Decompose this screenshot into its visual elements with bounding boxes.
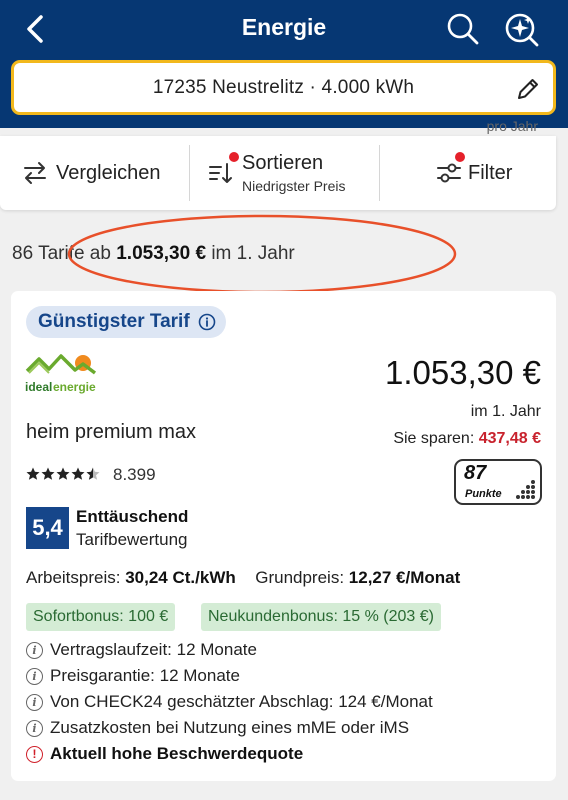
sort-icon: [209, 163, 232, 183]
star-icon: [26, 467, 40, 480]
cheapest-badge[interactable]: Günstigster Tarif: [26, 306, 226, 338]
info-text: Vertragslaufzeit: 12 Monate: [50, 640, 257, 659]
info-line[interactable]: i Vertragslaufzeit: 12 Monate: [26, 640, 257, 660]
results-toolbar: Vergleichen Sortieren Niedrigster Preis …: [0, 136, 556, 210]
score-caption: Tarifbewertung: [76, 530, 188, 549]
info-text: Preisgarantie: 12 Monate: [50, 666, 240, 685]
complaint-warning[interactable]: ! Aktuell hohe Beschwerdequote: [26, 744, 303, 764]
rating-count[interactable]: 8.399: [113, 465, 156, 485]
info-line[interactable]: i Preisgarantie: 12 Monate: [26, 666, 240, 686]
app-header: Energie 17235 Neustrelitz · 4.000 kWh: [0, 0, 568, 128]
info-text: Von CHECK24 geschätzter Abschlag: 124 €/…: [50, 692, 433, 711]
info-line[interactable]: i Zusatzkosten bei Nutzung eines mME ode…: [26, 718, 409, 738]
savings-amount: 437,48 €: [478, 430, 541, 447]
price-breakdown: Arbeitspreis: 30,24 Ct./kWh Grundpreis: …: [26, 568, 460, 588]
info-text: Zusatzkosten bei Nutzung eines mME oder …: [50, 718, 410, 737]
star-icon: [41, 467, 55, 480]
info-icon: i: [26, 667, 43, 685]
scrolled-period-text: pro Jahr: [486, 118, 538, 134]
arbeitspreis-value: 30,24 Ct./kWh: [125, 568, 236, 587]
punkte-label: Punkte: [465, 488, 502, 500]
divider: [379, 145, 380, 201]
warning-icon: !: [26, 745, 43, 763]
ai-search-button[interactable]: [502, 10, 542, 50]
search-query-text: 17235 Neustrelitz · 4.000 kWh: [152, 76, 415, 98]
star-icon: [56, 467, 70, 480]
arbeitspreis-label: Arbeitspreis:: [26, 568, 121, 587]
bonus-chip-sofort: Sofortbonus: 100 €: [26, 603, 176, 631]
sort-label: Sortieren: [242, 152, 324, 174]
sort-value: Niedrigster Preis: [242, 178, 346, 194]
grundpreis-label: Grundpreis:: [255, 568, 345, 587]
grundpreis-value: 12,27 €/Monat: [348, 568, 461, 587]
badge-label: Günstigster Tarif: [38, 311, 190, 332]
location-consumption-field[interactable]: 17235 Neustrelitz · 4.000 kWh: [11, 60, 556, 115]
savings-label: Sie sparen:: [393, 430, 475, 447]
pencil-icon[interactable]: [515, 76, 541, 102]
svg-text:energie: energie: [53, 380, 96, 394]
bonus-chip-neukunden: Neukundenbonus: 15 % (203 €): [201, 603, 441, 631]
price-period: im 1. Jahr: [470, 403, 541, 420]
page-title: Energie: [241, 14, 327, 40]
dots-pattern-icon: [516, 480, 535, 499]
filter-label: Filter: [468, 161, 513, 184]
compare-button[interactable]: Vergleichen: [22, 136, 172, 210]
tariff-score-badge: 5,4: [26, 507, 69, 549]
filter-button[interactable]: Filter: [436, 136, 536, 210]
warning-text: Aktuell hohe Beschwerdequote: [50, 744, 304, 763]
divider: [189, 145, 190, 201]
info-icon: i: [26, 719, 43, 737]
search-button[interactable]: [444, 10, 482, 48]
tariff-card[interactable]: Günstigster Tarif ideal energie heim pre…: [11, 291, 556, 781]
score-verdict: Enttäuschend: [76, 507, 189, 526]
rating-stars: [26, 467, 100, 481]
sort-active-dot: [229, 152, 239, 162]
info-icon: i: [26, 693, 43, 711]
provider-logo: ideal energie: [25, 351, 105, 397]
info-line[interactable]: i Von CHECK24 geschätzter Abschlag: 124 …: [26, 692, 433, 712]
star-icon: [71, 467, 85, 480]
savings: Sie sparen: 437,48 €: [393, 430, 541, 448]
punkte-badge[interactable]: 87 Punkte: [454, 459, 542, 505]
tariff-name: heim premium max: [26, 421, 197, 443]
swap-arrows-icon: [24, 162, 46, 184]
svg-text:ideal: ideal: [25, 380, 52, 394]
punkte-value: 87: [464, 462, 487, 484]
sort-button[interactable]: Sortieren Niedrigster Preis: [208, 136, 368, 210]
filter-sliders-icon: [437, 163, 461, 183]
filter-active-dot: [455, 152, 465, 162]
half-star-icon: [86, 467, 100, 480]
tariff-price: 1.053,30 €: [385, 354, 541, 391]
annotation-ellipse: [67, 214, 457, 294]
info-icon[interactable]: [198, 313, 216, 331]
info-icon: i: [26, 641, 43, 659]
search-icon: [447, 13, 479, 45]
compare-label: Vergleichen: [56, 161, 161, 184]
sparkle-search-icon: [505, 13, 539, 47]
